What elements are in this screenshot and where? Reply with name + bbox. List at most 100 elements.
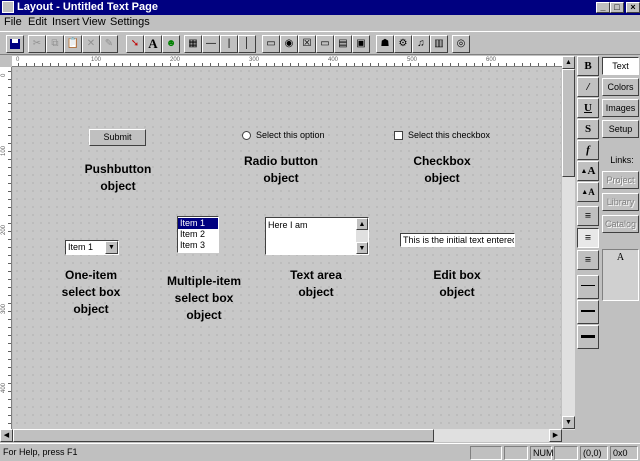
plugin-tool-icon[interactable]: ⚙ bbox=[394, 35, 412, 53]
scroll-left-icon[interactable]: ◀ bbox=[0, 429, 13, 442]
italic-button[interactable]: / bbox=[577, 77, 599, 97]
ruler-tick bbox=[8, 71, 11, 72]
project-button[interactable]: Project bbox=[602, 171, 639, 189]
menu-insert[interactable]: Insert bbox=[52, 16, 80, 28]
save-icon[interactable] bbox=[6, 35, 24, 53]
tab-images[interactable]: Images bbox=[602, 99, 639, 117]
align-right-icon[interactable]: ≡ bbox=[577, 250, 599, 270]
hline-tool-icon[interactable]: — bbox=[202, 35, 220, 53]
tab-colors[interactable]: Colors bbox=[602, 78, 639, 96]
multi-item-select-caption: Multiple-item select box object bbox=[156, 273, 252, 324]
status-blank bbox=[554, 446, 578, 460]
list-item[interactable]: Item 3 bbox=[178, 240, 218, 251]
multi-item-select[interactable]: Item 1 Item 2 Item 3 bbox=[177, 216, 219, 253]
ruler-tick bbox=[8, 111, 11, 112]
horizontal-scrollbar[interactable]: ◀ ▶ bbox=[0, 429, 562, 442]
textarea-tool-icon[interactable]: ▤ bbox=[334, 35, 352, 53]
font-preview: A bbox=[602, 249, 639, 301]
cut-icon[interactable]: ✂ bbox=[28, 35, 46, 53]
scroll-right-icon[interactable]: ▶ bbox=[549, 429, 562, 442]
radio-tool-icon[interactable]: ◉ bbox=[280, 35, 298, 53]
radio-caption: Radio button object bbox=[228, 153, 334, 187]
caption-line: Pushbutton bbox=[84, 162, 152, 176]
close-button[interactable]: × bbox=[626, 2, 640, 13]
menu-file[interactable]: File bbox=[4, 16, 22, 28]
library-button[interactable]: Library bbox=[602, 193, 639, 211]
caption-line: select box bbox=[61, 285, 121, 299]
minimize-button[interactable]: _ bbox=[596, 2, 610, 13]
scroll-down-icon[interactable]: ▼ bbox=[562, 416, 575, 429]
text-area-caption: Text area object bbox=[261, 267, 371, 301]
text-area-scrollbar[interactable]: ▲ ▼ bbox=[356, 218, 368, 254]
text-tool-icon[interactable]: A bbox=[144, 35, 162, 53]
paste-icon[interactable]: 📋 bbox=[64, 35, 82, 53]
maximize-button[interactable]: □ bbox=[610, 2, 624, 13]
radio-option[interactable]: Select this option bbox=[242, 128, 325, 142]
list-item[interactable]: Item 1 bbox=[178, 218, 218, 229]
chevron-down-icon[interactable]: ▼ bbox=[105, 241, 118, 254]
preview-tool-icon[interactable]: ◎ bbox=[452, 35, 470, 53]
copy-icon[interactable]: ⧉ bbox=[46, 35, 64, 53]
java-tool-icon[interactable]: ☗ bbox=[376, 35, 394, 53]
one-item-select[interactable]: Item 1 ▼ bbox=[65, 240, 119, 255]
video-tool-icon[interactable]: ▥ bbox=[430, 35, 448, 53]
catalog-button[interactable]: Catalog bbox=[602, 215, 639, 233]
checkbox-tool-icon[interactable]: ☒ bbox=[298, 35, 316, 53]
ruler-tick bbox=[8, 103, 11, 104]
figure-tool-icon[interactable]: ☻ bbox=[162, 35, 180, 53]
tab-setup[interactable]: Setup bbox=[602, 120, 639, 138]
strike-button[interactable]: S bbox=[577, 119, 599, 139]
menu-settings[interactable]: Settings bbox=[110, 16, 150, 28]
scroll-down-icon[interactable]: ▼ bbox=[356, 242, 368, 254]
align-left-icon[interactable]: ≡ bbox=[577, 206, 599, 226]
menu-view[interactable]: View bbox=[82, 16, 106, 28]
editbox-tool-icon[interactable]: ▣ bbox=[352, 35, 370, 53]
radio-icon[interactable] bbox=[242, 130, 251, 140]
menu-edit[interactable]: Edit bbox=[28, 16, 47, 28]
grow-font-button[interactable]: ▲A bbox=[577, 161, 599, 181]
pushbutton-tool-icon[interactable]: ▭ bbox=[262, 35, 280, 53]
scroll-thumb[interactable] bbox=[562, 69, 575, 177]
caption-line: object bbox=[100, 179, 136, 193]
vertical-scrollbar[interactable]: ▲ ▼ bbox=[562, 56, 575, 430]
ruler-tick bbox=[8, 143, 11, 144]
select-value: Item 1 bbox=[68, 242, 94, 252]
ruler-tick bbox=[8, 303, 11, 304]
pointer-tool-icon[interactable]: ➘ bbox=[126, 35, 144, 53]
rule-thin-icon[interactable] bbox=[577, 275, 599, 299]
delete-icon[interactable]: ✕ bbox=[82, 35, 100, 53]
bold-button[interactable]: B bbox=[577, 56, 599, 76]
app-icon[interactable] bbox=[2, 1, 14, 13]
edit-box[interactable]: This is the initial text entered. bbox=[400, 233, 515, 247]
align-center-icon[interactable]: ≡ bbox=[577, 228, 599, 248]
shrink-font-button[interactable]: ▲A bbox=[577, 182, 599, 202]
ruler-tick bbox=[8, 407, 11, 408]
checkbox-icon[interactable] bbox=[394, 130, 403, 140]
radio-label: Select this option bbox=[256, 130, 325, 140]
ruler-label: 300 bbox=[1, 303, 7, 314]
ruler-tick bbox=[8, 95, 11, 96]
ruler-tick bbox=[8, 231, 11, 232]
select-tool-icon[interactable]: ▭ bbox=[316, 35, 334, 53]
links-label: Links: bbox=[610, 155, 634, 165]
text-area[interactable]: Here I am ▲ ▼ bbox=[265, 217, 369, 255]
underline-button[interactable]: U bbox=[577, 98, 599, 118]
properties-icon[interactable]: ✎ bbox=[100, 35, 118, 53]
table-tool-icon[interactable]: ▦ bbox=[184, 35, 202, 53]
layout-canvas[interactable]: Submit Pushbutton object Select this opti… bbox=[13, 67, 561, 429]
rule-thick-icon[interactable] bbox=[577, 325, 599, 349]
tab-text[interactable]: Text bbox=[602, 57, 639, 75]
scroll-thumb[interactable] bbox=[13, 429, 434, 442]
rule-medium-icon[interactable] bbox=[577, 300, 599, 324]
fixed-font-button[interactable]: f bbox=[577, 140, 599, 160]
list-item[interactable]: Item 2 bbox=[178, 229, 218, 240]
vline-tool-icon[interactable]: | bbox=[220, 35, 238, 53]
submit-button[interactable]: Submit bbox=[89, 129, 146, 146]
scroll-up-icon[interactable]: ▲ bbox=[356, 218, 368, 230]
sound-tool-icon[interactable]: ♫ bbox=[412, 35, 430, 53]
ruler-tick bbox=[8, 223, 11, 224]
checkbox-option[interactable]: Select this checkbox bbox=[394, 128, 490, 142]
divider-tool-icon[interactable]: │ bbox=[238, 35, 256, 53]
ruler-tick bbox=[8, 327, 11, 328]
scroll-up-icon[interactable]: ▲ bbox=[562, 56, 575, 69]
